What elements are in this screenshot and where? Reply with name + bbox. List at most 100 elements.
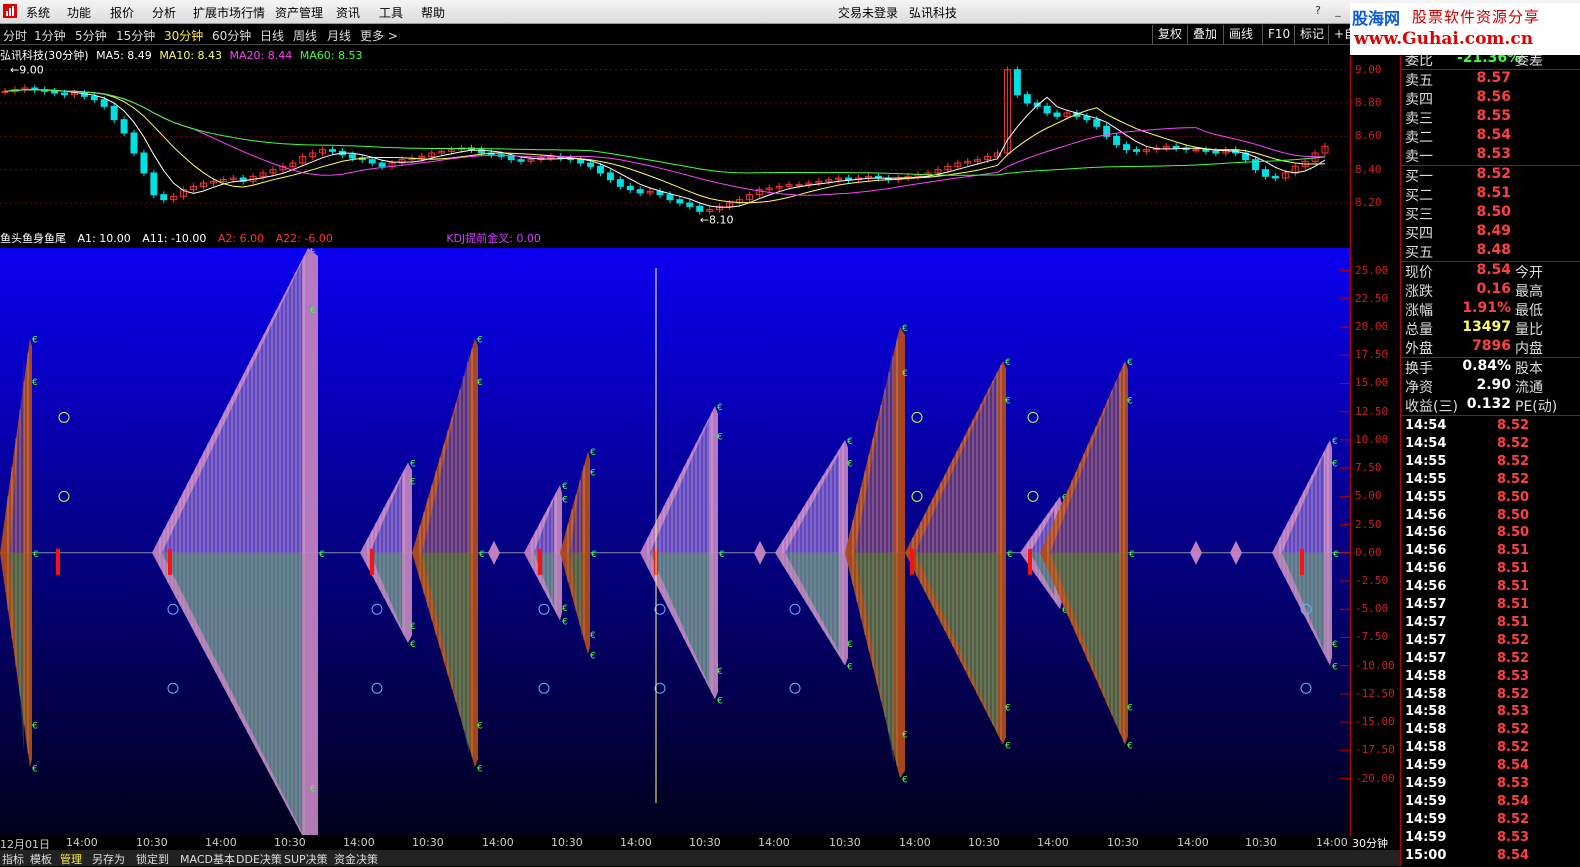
svg-text:€: € (590, 469, 596, 479)
tick-time: 14:59 (1405, 829, 1447, 845)
tick-row: 14:55 8.52 (1401, 454, 1580, 472)
indicator-axis-label: 22.50 (1355, 291, 1389, 305)
candlestick (80, 89, 88, 100)
draw-line-button[interactable]: 画线 (1223, 25, 1258, 44)
indicator-legend: 鱼头鱼身鱼尾 A1: 10.00 A11: -10.00 A2: 6.00 A2… (0, 230, 549, 246)
period-15min[interactable]: 15分钟 (116, 27, 155, 44)
indicator-tab[interactable]: 管理 (60, 851, 82, 867)
period-60min[interactable]: 60分钟 (212, 27, 251, 44)
indicator-tab[interactable]: 资金决策 (334, 851, 378, 867)
svg-text:€: € (717, 697, 723, 707)
svg-text:€: € (591, 550, 597, 560)
indicator-tab[interactable]: SUP决策 (284, 851, 328, 867)
candlestick (606, 169, 614, 183)
indicator-tab[interactable]: 模板 (30, 851, 52, 867)
tick-time: 14:58 (1405, 740, 1447, 756)
quote-label: 现价 (1405, 265, 1433, 281)
menu-analysis[interactable]: 分析 (152, 4, 176, 21)
ad-banner[interactable]: 股海网 股票软件资源分享 www.Guhai.com.cn (1350, 3, 1580, 55)
svg-text:€: € (717, 403, 723, 413)
tick-row: 14:54 8.52 (1401, 436, 1580, 454)
tick-price: 8.53 (1497, 704, 1530, 720)
indicator-a2-label: A2: 6.00 (217, 232, 265, 245)
quote-value: 8.55 (1476, 108, 1511, 124)
time-axis-label: 10:30 (829, 836, 861, 849)
time-axis-label: 10:30 (689, 836, 721, 849)
candlestick (1103, 123, 1111, 140)
tick-time: 14:59 (1405, 776, 1447, 791)
indicator-axis-label: 2.50 (1355, 517, 1382, 531)
login-status[interactable]: 交易未登录 (838, 4, 898, 21)
indicator-tab[interactable]: MACD基本 (180, 851, 235, 867)
quote-value: 7896 (1472, 338, 1511, 354)
candlestick (190, 183, 198, 193)
svg-text:€: € (562, 482, 568, 492)
period-30min[interactable]: 30分钟 (164, 27, 203, 44)
time-axis-label: 10:30 (551, 836, 583, 849)
svg-text:€: € (1005, 358, 1011, 368)
menu-asset-management[interactable]: 资产管理 (275, 4, 323, 21)
help-icon[interactable]: ? (1310, 3, 1326, 19)
candlestick (239, 174, 247, 185)
quote-value: 8.54 (1476, 127, 1511, 143)
price-chart[interactable]: ←9.00 ←8.10 (0, 58, 1350, 228)
overlay-button[interactable]: 叠加 (1187, 25, 1222, 44)
tick-time: 14:59 (1405, 793, 1447, 809)
candlestick (1252, 156, 1260, 173)
indicator-tab[interactable]: 锁定到 (136, 851, 169, 867)
period-indicator[interactable]: 30分钟 (1352, 835, 1388, 851)
window-stock-title: 弘讯科技 (909, 6, 958, 20)
indicator-axis-label: 7.50 (1355, 461, 1382, 475)
tick-row: 14:58 8.52 (1401, 740, 1580, 758)
candlestick (626, 183, 634, 193)
period-intraday[interactable]: 分时 (3, 27, 27, 44)
period-1min[interactable]: 1分钟 (34, 27, 66, 44)
menu-function[interactable]: 功能 (67, 4, 91, 21)
candlestick (1202, 146, 1210, 155)
period-more[interactable]: 更多 > (360, 27, 398, 44)
period-5min[interactable]: 5分钟 (75, 27, 107, 44)
svg-text:€: € (717, 432, 723, 442)
menu-extended-market[interactable]: 扩展市场行情 (193, 4, 265, 21)
period-weekly[interactable]: 周线 (293, 27, 317, 44)
quote-label: 卖一 (1405, 149, 1433, 165)
tick-row: 14:57 8.51 (1401, 615, 1580, 633)
menu-quote[interactable]: 报价 (110, 4, 134, 21)
svg-text:€: € (902, 776, 908, 786)
svg-text:€: € (32, 764, 38, 774)
period-bar: 分时 1分钟 5分钟 15分钟 30分钟 60分钟 日线 周线 月线 更多 > (0, 24, 1350, 45)
candlestick (1271, 173, 1279, 182)
mark-button[interactable]: 标记 (1294, 25, 1329, 44)
tick-price: 8.52 (1497, 471, 1530, 487)
indicator-tab[interactable]: 另存为 (92, 851, 125, 867)
restore-rights-button[interactable]: 复权 (1152, 25, 1187, 44)
period-monthly[interactable]: 月线 (327, 27, 351, 44)
menu-help[interactable]: 帮助 (421, 4, 445, 21)
indicator-tab[interactable]: 指标 (2, 851, 24, 867)
high-annotation: ←9.00 (10, 64, 44, 77)
minimize-icon[interactable]: _ (1330, 3, 1346, 19)
indicator-chart[interactable]: € € € € € € € € € € € € € € € € € € € € € € € € € € € € € € € € € € € € € € € €… (0, 248, 1350, 835)
indicator-tab[interactable]: DDE决策 (236, 851, 282, 867)
candlestick (954, 159, 962, 170)
time-axis-label: 10:30 (1245, 836, 1277, 849)
svg-text:€: € (590, 631, 596, 641)
period-daily[interactable]: 日线 (260, 27, 284, 44)
price-axis-label: 8.20 (1355, 196, 1382, 209)
candlestick (616, 176, 624, 190)
tick-time: 14:56 (1405, 507, 1447, 523)
menu-tools[interactable]: 工具 (379, 4, 403, 21)
price-axis: 9.00 8.80 8.60 8.40 8.20 25.00 22.50 20.00 17.50… (1350, 56, 1401, 836)
quote-value: 0.132 (1466, 396, 1511, 412)
candlestick (636, 186, 644, 197)
menu-news[interactable]: 资讯 (336, 4, 360, 21)
svg-text:€: € (477, 721, 483, 731)
tick-row: 14:58 8.52 (1401, 722, 1580, 740)
indicator-axis-label: 15.00 (1355, 376, 1389, 390)
svg-text:€: € (590, 651, 596, 661)
candlestick (884, 174, 892, 183)
f10-button[interactable]: F10 (1262, 25, 1295, 44)
menu-system[interactable]: 系统 (26, 4, 50, 21)
candlestick (329, 146, 336, 155)
sell-level-5: 卖五 8.57 (1401, 70, 1580, 89)
